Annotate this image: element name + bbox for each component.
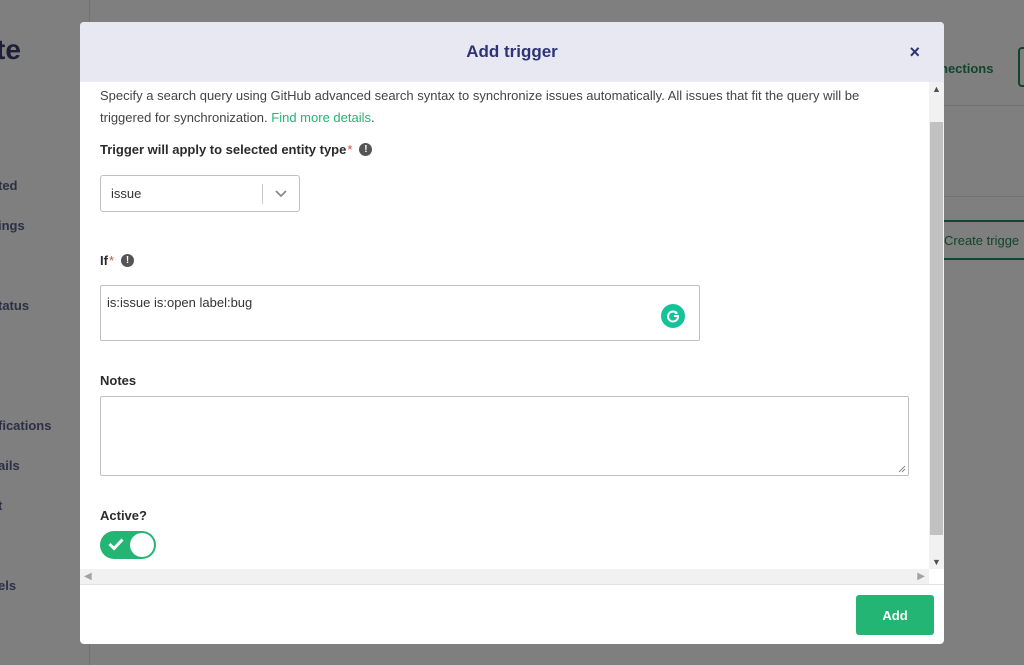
dialog-body: Specify a search query using GitHub adva… [80,82,944,584]
active-toggle[interactable] [100,531,156,559]
notes-textarea[interactable] [100,396,909,476]
entity-type-selected-value: issue [111,186,142,201]
if-query-value: is:issue is:open label:bug [107,295,253,310]
intro-paragraph: Specify a search query using GitHub adva… [100,85,910,129]
info-icon[interactable]: ! [121,254,135,267]
required-asterisk: * [347,142,353,157]
close-icon[interactable]: × [909,42,920,62]
required-asterisk: * [108,253,115,268]
entity-type-label-row: Trigger will apply to selected entity ty… [100,142,373,157]
check-icon [108,538,124,551]
toggle-knob [130,533,154,557]
scroll-up-icon[interactable]: ▲ [929,82,944,96]
scroll-down-icon[interactable]: ▼ [929,555,944,569]
active-label: Active? [100,508,147,523]
notes-label: Notes [100,373,137,388]
dialog-header: Add trigger × [80,22,944,82]
entity-type-label: Trigger will apply to selected entity ty… [100,142,347,157]
if-label-row: If * ! [100,253,135,268]
if-query-input[interactable]: is:issue is:open label:bug [100,285,700,341]
add-trigger-dialog: Add trigger × Specify a search query usi… [80,22,944,644]
if-label: If [100,253,108,268]
scroll-right-icon[interactable]: ▶ [917,569,925,584]
add-button[interactable]: Add [856,595,934,635]
resize-grip-icon[interactable] [898,465,906,473]
find-more-details-link[interactable]: Find more details [271,110,371,125]
vertical-scrollbar[interactable]: ▲ ▼ [929,82,944,569]
vertical-scrollbar-thumb[interactable] [930,122,943,535]
active-label-row: Active? [100,508,147,523]
dialog-form: Specify a search query using GitHub adva… [100,82,910,559]
notes-label-row: Notes [100,373,136,388]
intro-text: Specify a search query using GitHub adva… [100,88,860,125]
grammarly-icon[interactable] [661,304,685,328]
intro-period: . [371,110,375,125]
dialog-footer: Add [80,584,944,644]
horizontal-scrollbar[interactable]: ◀ ▶ [80,569,929,584]
entity-type-select[interactable]: issue [100,175,300,212]
dialog-title: Add trigger [466,42,558,61]
info-icon[interactable]: ! [359,143,373,156]
scroll-left-icon[interactable]: ◀ [84,569,92,584]
chevron-down-icon[interactable] [263,189,299,198]
